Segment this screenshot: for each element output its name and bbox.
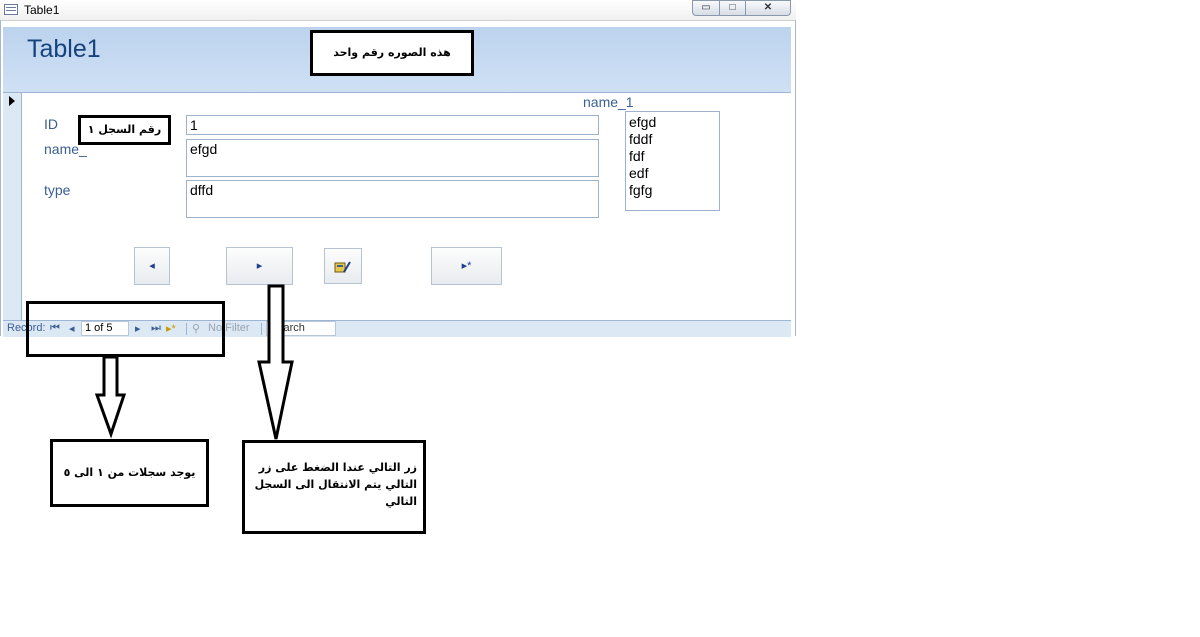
edit-record-button[interactable] [324,248,362,284]
list-item[interactable]: edf [629,165,716,182]
name-field[interactable]: efgd [186,139,599,177]
name-listbox[interactable]: efgd fddf fdf edf fgfg [625,111,720,211]
form-title: Table1 [27,35,101,63]
title-bar: Table1 ▭ □ ✕ [0,0,796,21]
close-button[interactable]: ✕ [745,0,791,16]
down-arrow-records [94,355,127,439]
list-label: name_1 [583,94,634,110]
annotation-next-button: زر التالي عندا الضغط على زر التالي يتم ا… [242,440,426,534]
list-item[interactable]: fddf [629,131,716,148]
list-item[interactable]: efgd [629,114,716,131]
next-record-button[interactable]: ▸ [226,247,293,285]
list-item[interactable]: fgfg [629,182,716,199]
annotation-records-range: يوجد سجلات من ١ الى ٥ [50,439,209,507]
search-input[interactable]: Search [266,321,336,336]
id-label: ID [44,116,58,132]
record-selector[interactable] [3,93,22,321]
type-label: type [44,182,71,198]
id-field[interactable]: 1 [186,115,599,135]
edit-record-icon [334,261,351,273]
type-field[interactable]: dffd [186,180,599,218]
maximize-button[interactable]: □ [719,0,746,16]
navigator-separator [261,323,262,335]
previous-record-button[interactable]: ◂ [134,247,170,285]
minimize-button[interactable]: ▭ [692,0,720,16]
annotation-highlight-navigator [26,301,225,357]
annotation-picture-one: هذه الصوره رقم واحد [310,30,474,76]
current-record-arrow-icon [9,96,15,106]
window-title: Table1 [24,3,60,17]
form-icon [4,4,18,15]
annotation-record-one: رقم السجل ١ [78,115,171,145]
new-record-button[interactable]: ▸* [431,247,502,285]
list-item[interactable]: fdf [629,148,716,165]
